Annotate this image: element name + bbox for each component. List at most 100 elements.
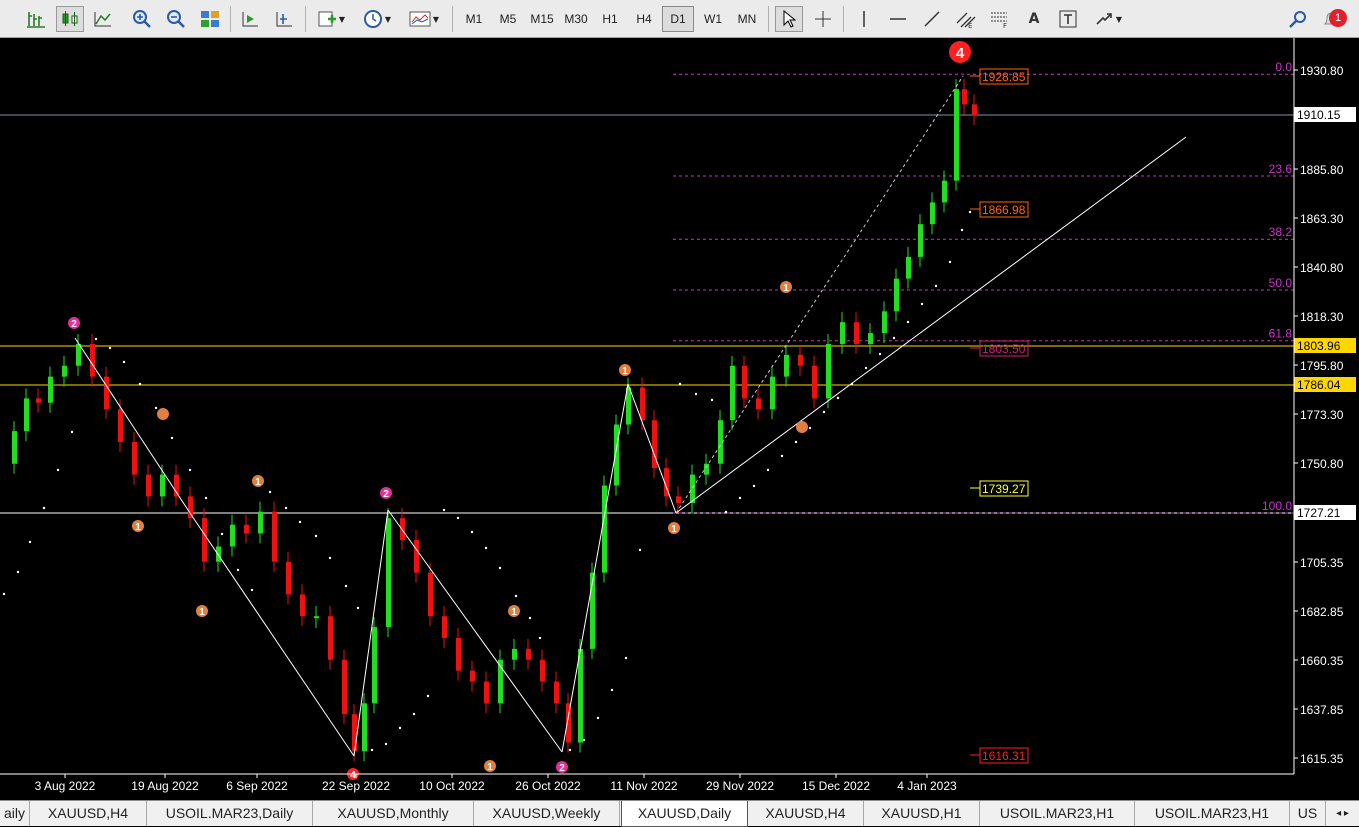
candle-body bbox=[906, 256, 911, 279]
shapes-icon[interactable]: ▼ bbox=[1088, 6, 1128, 32]
timeframe-w1-button[interactable]: W1 bbox=[697, 6, 729, 32]
candle-body bbox=[352, 714, 357, 752]
timeframe-m1-button[interactable]: M1 bbox=[458, 6, 490, 32]
timeframe-m5-button[interactable]: M5 bbox=[492, 6, 524, 32]
bar-chart-icon[interactable] bbox=[22, 6, 50, 32]
candle-body bbox=[428, 572, 433, 617]
timeframe-mn-button[interactable]: MN bbox=[731, 6, 763, 32]
candlestick-icon[interactable] bbox=[56, 6, 84, 32]
zoom-in-icon[interactable] bbox=[128, 6, 156, 32]
channels-icon[interactable]: E bbox=[952, 6, 980, 32]
fib-level-label: 23.6 bbox=[1269, 162, 1293, 176]
wave-label: 1 bbox=[622, 366, 628, 377]
tab-chart[interactable]: XAUUSD,Monthly bbox=[313, 801, 474, 826]
tab-chart[interactable]: XAUUSD,Weekly bbox=[474, 801, 620, 826]
candle-body bbox=[12, 431, 17, 464]
candle-body bbox=[554, 681, 559, 704]
sar-dot bbox=[250, 588, 254, 592]
sar-dot bbox=[28, 540, 32, 544]
tab-chart[interactable]: USOIL.MAR23,Daily bbox=[147, 801, 313, 826]
new-order-icon[interactable]: ▼ bbox=[312, 6, 350, 32]
candle-body bbox=[456, 637, 461, 671]
date-label: 6 Sep 2022 bbox=[226, 779, 288, 793]
templates-icon[interactable]: ▼ bbox=[404, 6, 444, 32]
date-label: 26 Oct 2022 bbox=[515, 779, 581, 793]
notification-badge[interactable]: 1 bbox=[1329, 9, 1347, 27]
crosshair-icon[interactable] bbox=[809, 6, 837, 32]
candle-body bbox=[882, 311, 887, 334]
sar-dot bbox=[370, 748, 374, 752]
wave-label-marker bbox=[796, 421, 808, 433]
sar-dot bbox=[920, 302, 924, 306]
tab-chart-active[interactable]: XAUUSD,Daily bbox=[621, 801, 748, 827]
tab-chart[interactable]: XAUUSD,H4 bbox=[748, 801, 864, 826]
search-icon[interactable] bbox=[1284, 6, 1312, 32]
candle-body bbox=[690, 474, 695, 503]
tab-chart[interactable]: USOIL.MAR23,H1 bbox=[1135, 801, 1290, 826]
timeframe-m30-button[interactable]: M30 bbox=[560, 6, 592, 32]
horizontal-line-icon[interactable] bbox=[884, 6, 912, 32]
price-tag-label: 1910.15 bbox=[1297, 108, 1341, 122]
timeframe-m15-button[interactable]: M15 bbox=[526, 6, 558, 32]
price-chart[interactable]: 1910.15 1803.96 1786.04 1727.21 0.0 23.6 38.2… bbox=[0, 38, 1359, 800]
candle-body bbox=[300, 594, 305, 617]
tab-chart[interactable]: aily bbox=[0, 801, 30, 826]
wave-label: 2 bbox=[71, 319, 77, 330]
wave-label: 1 bbox=[255, 477, 261, 488]
candle-body bbox=[258, 511, 263, 534]
candle-body bbox=[854, 322, 859, 344]
trendline-icon[interactable] bbox=[918, 6, 946, 32]
zoom-out-icon[interactable] bbox=[162, 6, 190, 32]
candle-body bbox=[36, 398, 41, 403]
candle-body bbox=[48, 376, 53, 403]
text-icon[interactable]: A bbox=[1020, 6, 1048, 32]
autoscroll-icon[interactable] bbox=[236, 6, 264, 32]
chart-canvas[interactable]: 1910.15 1803.96 1786.04 1727.21 0.0 23.6 38.2… bbox=[0, 38, 1359, 800]
fib-level-label: 0.0 bbox=[1275, 60, 1292, 74]
text-label-icon[interactable] bbox=[1054, 6, 1082, 32]
candle-body bbox=[918, 224, 923, 257]
candle-body bbox=[118, 409, 123, 442]
date-label: 22 Sep 2022 bbox=[322, 779, 390, 793]
tab-scroll-arrows[interactable]: ◂ ▸ bbox=[1326, 801, 1359, 826]
timeframe-h4-button[interactable]: H4 bbox=[628, 6, 660, 32]
target-label: 1616.31 bbox=[982, 749, 1026, 763]
sar-dot bbox=[328, 556, 332, 560]
svg-text:E: E bbox=[968, 22, 972, 29]
candle-body bbox=[930, 202, 935, 225]
fibonacci-icon[interactable]: F bbox=[986, 6, 1014, 32]
sar-dot bbox=[442, 508, 446, 512]
sar-dot bbox=[738, 496, 742, 500]
clock-periods-icon[interactable]: ▼ bbox=[358, 6, 396, 32]
wave-label: 1 bbox=[199, 607, 205, 618]
tab-chart[interactable]: US bbox=[1290, 801, 1326, 826]
sar-dot bbox=[498, 566, 502, 570]
tab-chart[interactable]: XAUUSD,H4 bbox=[30, 801, 147, 826]
sar-dot bbox=[610, 688, 614, 692]
timeframe-d1-button[interactable]: D1 bbox=[662, 6, 694, 32]
sar-dot bbox=[624, 656, 628, 660]
line-chart-icon[interactable] bbox=[89, 6, 117, 32]
price-scale-label: 1705.35 bbox=[1300, 556, 1344, 570]
candle-body bbox=[894, 278, 899, 312]
timeframe-h1-button[interactable]: H1 bbox=[594, 6, 626, 32]
sar-dot bbox=[398, 726, 402, 730]
candle-body bbox=[216, 546, 221, 562]
zigzag-line bbox=[561, 383, 629, 753]
tab-chart[interactable]: USOIL.MAR23,H1 bbox=[980, 801, 1135, 826]
sar-dot bbox=[596, 716, 600, 720]
candle-body bbox=[770, 376, 775, 410]
tab-chart[interactable]: XAUUSD,H1 bbox=[864, 801, 980, 826]
vertical-line-icon[interactable] bbox=[850, 6, 878, 32]
candle-body bbox=[470, 670, 475, 682]
cursor-icon[interactable] bbox=[775, 6, 803, 32]
chart-shift-icon[interactable] bbox=[270, 6, 298, 32]
tile-windows-icon[interactable] bbox=[196, 6, 224, 32]
candle-body bbox=[784, 354, 789, 377]
zigzag-line bbox=[353, 509, 389, 757]
price-tag-label: 1786.04 bbox=[1297, 378, 1341, 392]
candle-body bbox=[362, 703, 367, 752]
wave-label: 2 bbox=[383, 489, 389, 500]
sar-dot bbox=[960, 228, 964, 232]
sar-dot bbox=[968, 210, 972, 214]
